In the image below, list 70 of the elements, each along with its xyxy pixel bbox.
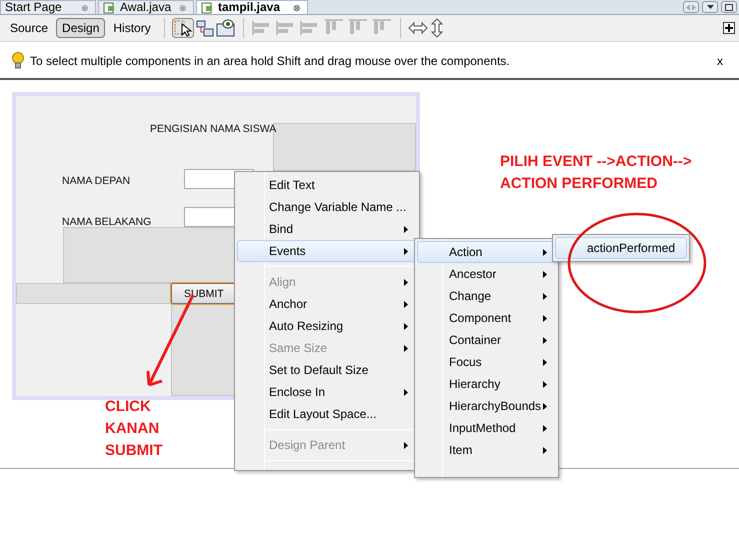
editor-tab[interactable]: tampil.java ⊗ [196, 0, 308, 14]
layout-grid-icon[interactable] [723, 22, 735, 34]
menu-item[interactable]: Enclose In [237, 381, 417, 403]
submenu-arrow-icon [404, 344, 408, 352]
maximize-button[interactable] [721, 1, 737, 13]
lightbulb-icon [12, 52, 24, 70]
submenu-arrow-icon [543, 336, 547, 344]
view-tab[interactable]: Design [56, 18, 106, 38]
submenu-arrow-icon [404, 388, 408, 396]
submenu-arrow-icon [404, 226, 408, 232]
menu-item[interactable]: Edit Text [237, 174, 417, 196]
annotation-text: PILIH EVENT -->ACTION--> ACTION PERFORMED [500, 152, 692, 194]
close-icon[interactable]: ⊗ [81, 2, 89, 12]
vertical-resize-icon[interactable] [430, 18, 444, 38]
submenu-arrow-icon [543, 402, 547, 410]
editor-tab[interactable]: Start Page ⊗ [0, 0, 96, 14]
arrows-icon [686, 4, 696, 10]
menu-item[interactable]: Set to Default Size [237, 359, 417, 381]
menu-item[interactable]: HierarchyBounds [417, 395, 556, 417]
last-name-label: NAMA BELAKANG [62, 216, 152, 228]
view-tab[interactable]: Source [4, 18, 54, 38]
menu-item[interactable]: Container [417, 329, 556, 351]
submenu-arrow-icon [543, 446, 547, 454]
submenu-arrow-icon [543, 292, 547, 300]
view-tab[interactable]: History [107, 18, 157, 38]
form-title-label: PENGISIAN NAMA SISWA [150, 123, 276, 135]
menu-item[interactable]: Action [417, 241, 556, 263]
submenu-arrow-icon [543, 424, 547, 432]
align-icon[interactable] [322, 19, 345, 37]
menu-item[interactable]: Bind [237, 218, 417, 240]
submenu-arrow-icon [543, 358, 547, 366]
submenu-arrow-icon [404, 278, 408, 286]
align-icon[interactable] [370, 19, 393, 37]
menu-item[interactable]: Focus [417, 351, 556, 373]
submenu-arrow-icon [543, 248, 547, 256]
connection-mode-icon[interactable] [196, 19, 214, 37]
submenu-arrow-icon [404, 442, 408, 448]
selection-mode-icon[interactable] [172, 18, 194, 38]
menu-item[interactable]: InputMethod [417, 417, 556, 439]
horizontal-resize-icon[interactable] [408, 21, 428, 35]
editor-tab[interactable]: Awal.java ⊗ [98, 0, 194, 14]
dropdown-button[interactable] [702, 1, 718, 13]
menu-item[interactable]: Events [237, 240, 417, 262]
maximize-icon [725, 4, 733, 10]
submenu-arrow-icon [404, 248, 408, 254]
menu-item[interactable]: Ancestor [417, 263, 556, 285]
menu-item[interactable]: Hierarchy [417, 373, 556, 395]
menu-item[interactable]: Change Variable Name ... [237, 196, 417, 218]
close-icon[interactable]: ⊗ [179, 2, 187, 12]
preview-icon[interactable] [216, 19, 236, 37]
menu-item[interactable]: Auto Resizing [237, 315, 417, 337]
close-button[interactable]: x [717, 54, 723, 68]
align-icon[interactable] [346, 19, 369, 37]
menu-item[interactable]: actionPerformed [555, 237, 687, 259]
menu-item[interactable]: Item [417, 439, 556, 461]
java-file-icon [103, 2, 116, 14]
submenu-arrow-icon [543, 270, 547, 278]
first-name-label: NAMA DEPAN [62, 175, 130, 187]
caret-icon [706, 5, 714, 9]
annotation-text: CLICK KANAN SUBMIT [105, 397, 162, 461]
hint-text: To select multiple components in an area hold Shift and drag mouse over the components. [30, 54, 511, 68]
close-icon[interactable]: ⊗ [293, 2, 301, 12]
submenu-arrow-icon [404, 322, 408, 330]
submenu-arrow-icon [404, 300, 408, 308]
menu-item[interactable]: Edit Layout Space... [237, 403, 417, 425]
submenu-arrow-icon [543, 380, 547, 388]
menu-item[interactable]: Change [417, 285, 556, 307]
menu-item[interactable]: Component [417, 307, 556, 329]
java-file-icon [201, 2, 214, 14]
submenu-arrow-icon [543, 314, 547, 322]
